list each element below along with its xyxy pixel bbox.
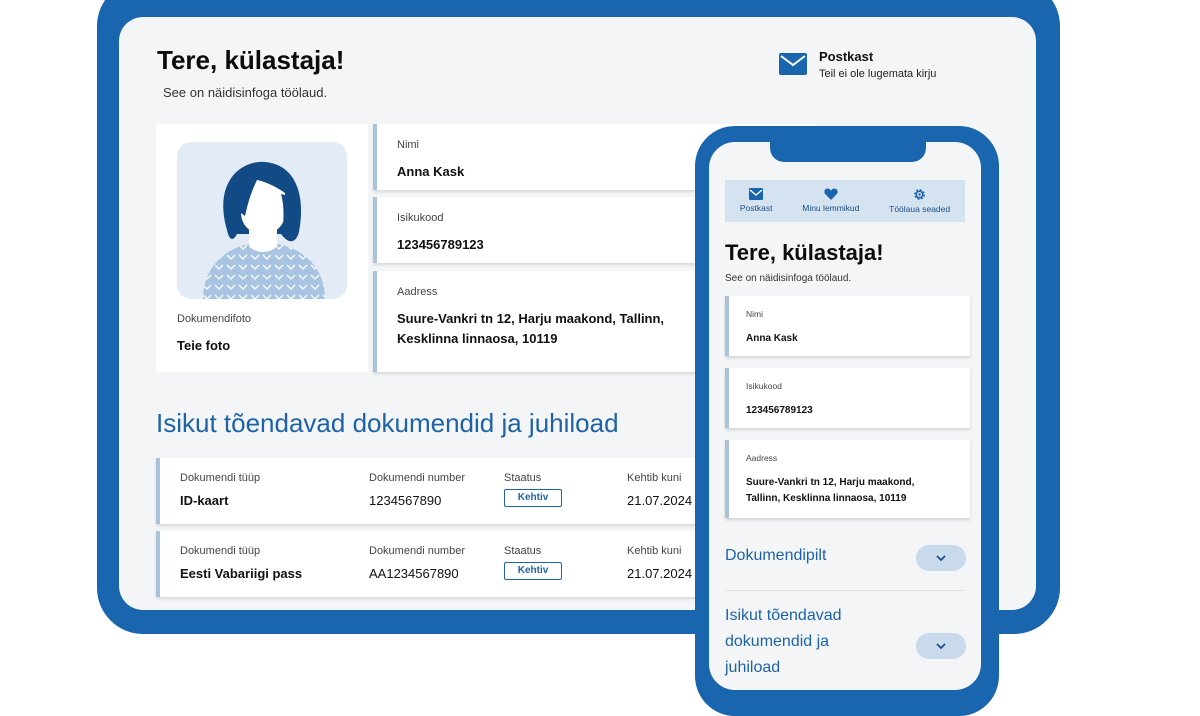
- photo-value: Teie foto: [177, 338, 231, 353]
- accordion-identity-documents[interactable]: Isikut tõendavad dokumendid ja juhiload: [725, 603, 966, 683]
- doc-type-label: Dokumendi tüüp: [180, 472, 261, 484]
- toolbar-mailbox-button[interactable]: Postkast: [739, 180, 773, 213]
- mailbox-link[interactable]: Postkast Teil ei ole lugemata kirju: [779, 49, 936, 80]
- accordion-document-photo[interactable]: Dokumendipilt: [725, 543, 966, 573]
- toolbar-settings-label: Töölaua seaded: [889, 204, 951, 214]
- doc-valid-until: 21.07.2024: [627, 566, 693, 581]
- doc-status-label: Staatus: [504, 472, 542, 484]
- address-line-2: Kesklinna linnaosa, 10119: [397, 331, 558, 346]
- mobile-address-card: Aadress Suure-Vankri tn 12, Harju maakon…: [725, 440, 970, 518]
- id-code-value: 123456789123: [397, 237, 484, 252]
- doc-type-label: Dokumendi tüüp: [180, 545, 261, 557]
- avatar-illustration: [203, 161, 325, 299]
- doc-number-label: Dokumendi number: [369, 472, 465, 484]
- doc-number: 1234567890: [369, 493, 442, 508]
- mobile-address-line-1: Suure-Vankri tn 12, Harju maakond,: [746, 477, 915, 488]
- mobile-address-value: Suure-Vankri tn 12, Harju maakond, Talli…: [746, 475, 914, 507]
- mailbox-status: Teil ei ole lugemata kirju: [819, 68, 937, 80]
- photo-label: Dokumendifoto: [177, 313, 251, 325]
- page-title: Tere, külastaja!: [157, 45, 345, 75]
- doc-number: AA1234567890: [369, 566, 459, 581]
- accordion-divider: [725, 590, 966, 591]
- address-line-1: Suure-Vankri tn 12, Harju maakond, Talli…: [397, 311, 665, 326]
- chevron-down-icon: [936, 642, 946, 649]
- photo-card: Dokumendifoto Teie foto: [156, 124, 368, 372]
- mobile-name-label: Nimi: [746, 309, 763, 319]
- id-code-label: Isikukood: [397, 212, 444, 224]
- chevron-down-icon: [936, 554, 946, 561]
- doc-type: ID-kaart: [180, 493, 229, 508]
- phone-device: Postkast Minu lemmikud Töölaua seaded Te…: [695, 126, 999, 716]
- mobile-id-code-value: 123456789123: [746, 405, 813, 416]
- phone-screen: Postkast Minu lemmikud Töölaua seaded Te…: [709, 142, 981, 690]
- toolbar-favorites-button[interactable]: Minu lemmikud: [802, 180, 859, 213]
- accordion-expand-button[interactable]: [916, 545, 966, 571]
- mail-icon: [779, 53, 807, 75]
- mailbox-title: Postkast: [819, 49, 874, 64]
- gear-icon: [914, 189, 925, 200]
- avatar: [177, 142, 347, 299]
- mobile-page-title: Tere, külastaja!: [725, 240, 884, 265]
- heart-icon: [824, 188, 838, 200]
- doc-valid-label: Kehtib kuni: [627, 545, 682, 557]
- name-label: Nimi: [397, 139, 419, 151]
- mobile-name-value: Anna Kask: [746, 333, 798, 344]
- status-badge: Kehtiv: [504, 489, 562, 507]
- mobile-page-subtitle: See on näidisinfoga töölaud.: [725, 273, 852, 284]
- mobile-id-code-card: Isikukood 123456789123: [725, 368, 970, 428]
- mobile-id-code-label: Isikukood: [746, 381, 782, 391]
- page-subtitle: See on näidisinfoga töölaud.: [163, 85, 328, 100]
- doc-valid-label: Kehtib kuni: [627, 472, 682, 484]
- documents-section-title: Isikut tõendavad dokumendid ja juhiload: [156, 408, 619, 438]
- toolbar-favorites-label: Minu lemmikud: [802, 203, 860, 213]
- toolbar-settings-button[interactable]: Töölaua seaded: [889, 180, 950, 214]
- address-label: Aadress: [397, 286, 438, 298]
- doc-number-label: Dokumendi number: [369, 545, 465, 557]
- mobile-name-card: Nimi Anna Kask: [725, 296, 970, 356]
- mail-icon: [749, 188, 764, 200]
- document-row[interactable]: Dokumendi tüüp ID-kaart Dokumendi number…: [156, 458, 720, 524]
- document-row[interactable]: Dokumendi tüüp Eesti Vabariigi pass Doku…: [156, 531, 720, 597]
- doc-type: Eesti Vabariigi pass: [180, 566, 303, 581]
- mobile-toolbar: Postkast Minu lemmikud Töölaua seaded: [725, 180, 965, 222]
- doc-status-label: Staatus: [504, 545, 542, 557]
- name-value: Anna Kask: [397, 164, 465, 179]
- mobile-address-label: Aadress: [746, 453, 778, 463]
- doc-valid-until: 21.07.2024: [627, 493, 693, 508]
- address-value: Suure-Vankri tn 12, Harju maakond, Talli…: [397, 309, 664, 349]
- accordion-expand-button[interactable]: [916, 633, 966, 659]
- toolbar-mailbox-label: Postkast: [739, 203, 773, 213]
- mobile-address-line-2: Tallinn, Kesklinna linnaosa, 10119: [746, 493, 907, 504]
- status-badge: Kehtiv: [504, 562, 562, 580]
- phone-notch: [770, 142, 926, 162]
- accordion-title-line-1: Isikut tõendavad: [725, 607, 842, 624]
